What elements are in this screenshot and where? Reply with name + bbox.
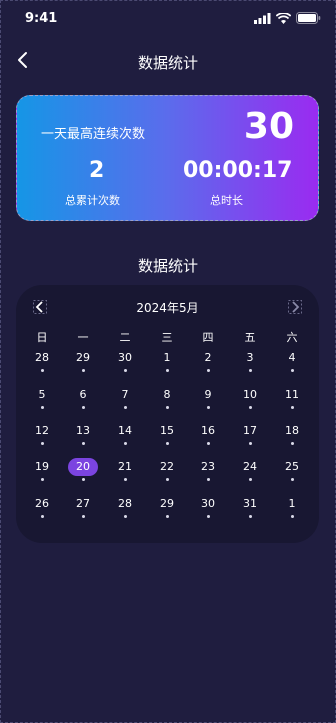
- weekday-label: 日: [36, 331, 48, 344]
- total-count-label: 总累计次数: [65, 194, 120, 207]
- day-marker-dot: [207, 515, 210, 518]
- calendar-day[interactable]: 13: [68, 422, 98, 440]
- calendar-day[interactable]: 28: [110, 495, 140, 513]
- calendar-day[interactable]: 24: [235, 458, 265, 476]
- day-marker-dot: [249, 515, 252, 518]
- calendar-day[interactable]: 18: [277, 422, 307, 440]
- battery-icon: [296, 12, 321, 24]
- day-marker-dot: [124, 478, 127, 481]
- calendar-day[interactable]: 23: [193, 458, 223, 476]
- calendar-day[interactable]: 10: [235, 386, 265, 404]
- day-marker-dot: [166, 515, 169, 518]
- calendar-day[interactable]: 25: [277, 458, 307, 476]
- total-count-value: 2: [89, 158, 105, 183]
- day-marker-dot: [291, 478, 294, 481]
- weekday-label: 一: [77, 331, 89, 344]
- calendar-day[interactable]: 21: [110, 458, 140, 476]
- day-marker-dot: [82, 442, 85, 445]
- calendar-day[interactable]: 1: [277, 495, 307, 513]
- day-marker-dot: [166, 406, 169, 409]
- wifi-icon: [276, 12, 291, 24]
- day-marker-dot: [291, 442, 294, 445]
- day-marker-dot: [41, 406, 44, 409]
- calendar-day[interactable]: 6: [68, 386, 98, 404]
- day-marker-dot: [291, 406, 294, 409]
- day-marker-dot: [41, 369, 44, 372]
- calendar-day[interactable]: 28: [27, 349, 57, 367]
- day-marker-dot: [82, 478, 85, 481]
- weekday-label: 六: [286, 331, 298, 344]
- calendar-day[interactable]: 2: [193, 349, 223, 367]
- calendar-day[interactable]: 8: [152, 386, 182, 404]
- calendar-day[interactable]: 3: [235, 349, 265, 367]
- weekday-label: 二: [119, 331, 131, 344]
- calendar-day[interactable]: 5: [27, 386, 57, 404]
- weekday-label: 五: [244, 331, 256, 344]
- status-icons: [254, 12, 321, 24]
- day-marker-dot: [249, 369, 252, 372]
- day-marker-dot: [291, 369, 294, 372]
- day-marker-dot: [249, 406, 252, 409]
- day-marker-dot: [124, 442, 127, 445]
- day-marker-dot: [207, 406, 210, 409]
- day-marker-dot: [166, 478, 169, 481]
- calendar-day[interactable]: 9: [193, 386, 223, 404]
- calendar-day[interactable]: 27: [68, 495, 98, 513]
- status-bar: 9:41: [0, 0, 336, 40]
- day-marker-dot: [166, 369, 169, 372]
- day-marker-dot: [82, 406, 85, 409]
- calendar-day-selected[interactable]: 20: [68, 458, 98, 476]
- total-time-label: 总时长: [210, 194, 243, 207]
- total-time-value: 00:00:17: [183, 158, 293, 183]
- signal-icon: [254, 12, 271, 24]
- calendar-day[interactable]: 22: [152, 458, 182, 476]
- calendar-day[interactable]: 19: [27, 458, 57, 476]
- next-month-icon[interactable]: [288, 300, 302, 314]
- day-marker-dot: [207, 442, 210, 445]
- calendar-day[interactable]: 12: [27, 422, 57, 440]
- day-marker-dot: [207, 369, 210, 372]
- calendar-day[interactable]: 31: [235, 495, 265, 513]
- calendar-day[interactable]: 16: [193, 422, 223, 440]
- calendar-day[interactable]: 4: [277, 349, 307, 367]
- day-marker-dot: [124, 369, 127, 372]
- status-time: 9:41: [25, 11, 58, 26]
- nav-bar: 数据统计: [0, 46, 336, 78]
- calendar-day[interactable]: 30: [193, 495, 223, 513]
- calendar-day[interactable]: 26: [27, 495, 57, 513]
- day-marker-dot: [82, 369, 85, 372]
- weekday-label: 四: [202, 331, 214, 344]
- day-marker-dot: [207, 478, 210, 481]
- calendar-day[interactable]: 7: [110, 386, 140, 404]
- calendar-day[interactable]: 17: [235, 422, 265, 440]
- stats-card: 一天最高连续次数 30 2 00:00:17 总累计次数 总时长: [16, 95, 319, 221]
- calendar-day[interactable]: 11: [277, 386, 307, 404]
- day-marker-dot: [249, 478, 252, 481]
- day-marker-dot: [41, 442, 44, 445]
- day-marker-dot: [124, 406, 127, 409]
- calendar-day[interactable]: 1: [152, 349, 182, 367]
- calendar-month: 2024年5月: [136, 301, 199, 315]
- day-marker-dot: [82, 515, 85, 518]
- page-title: 数据统计: [137, 54, 198, 72]
- day-marker-dot: [41, 515, 44, 518]
- calendar-day[interactable]: 15: [152, 422, 182, 440]
- calendar-day[interactable]: 14: [110, 422, 140, 440]
- calendar: 2024年5月 日一二三四五六 28 29 30 1 2 3 4 5 6 7 8 9 10 11 12 13 14…: [16, 285, 319, 543]
- calendar-day[interactable]: 29: [152, 495, 182, 513]
- day-marker-dot: [249, 442, 252, 445]
- calendar-day[interactable]: 29: [68, 349, 98, 367]
- calendar-day[interactable]: 30: [110, 349, 140, 367]
- weekday-label: 三: [161, 331, 173, 344]
- day-marker-dot: [291, 515, 294, 518]
- day-marker-dot: [41, 478, 44, 481]
- max-streak-label: 一天最高连续次数: [41, 127, 146, 142]
- max-streak-value: 30: [243, 106, 294, 147]
- day-marker-dot: [166, 442, 169, 445]
- section-title: 数据统计: [137, 257, 198, 275]
- day-marker-dot: [124, 515, 127, 518]
